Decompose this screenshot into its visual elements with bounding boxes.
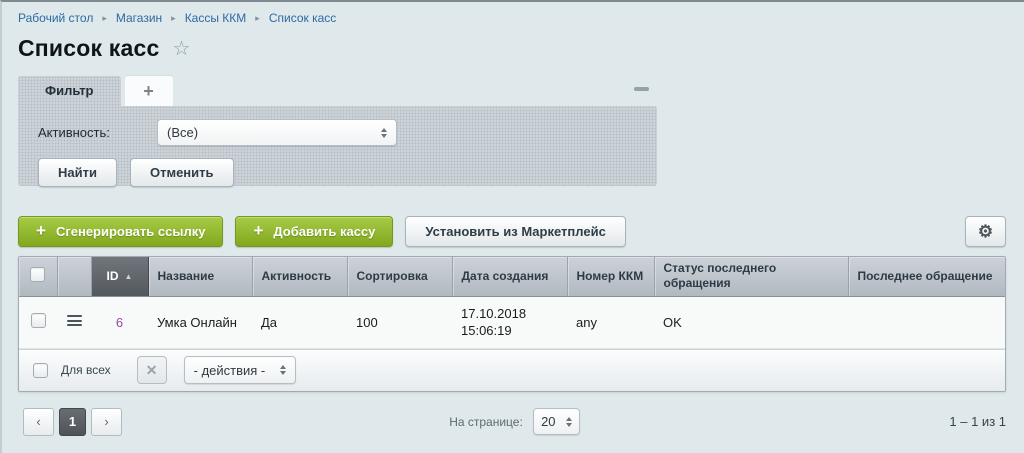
tab-filter[interactable]: Фильтр: [18, 76, 121, 106]
add-cashbox-label: Добавить кассу: [273, 224, 375, 239]
cell-name: Умка Онлайн: [148, 296, 252, 348]
breadcrumb-link-shop[interactable]: Магазин: [116, 11, 162, 25]
page: Рабочий стол ▸ Магазин ▸ Кассы ККМ ▸ Спи…: [2, 2, 1024, 436]
breadcrumb-link-cashbox-list[interactable]: Список касс: [269, 11, 336, 25]
created-date: 17.10.2018: [461, 305, 558, 323]
cashbox-grid: ID▲ Название Активность Сортировка Дата …: [18, 256, 1006, 392]
generate-link-label: Сгенерировать ссылку: [56, 224, 206, 239]
grid-footer: Для всех ✕ - действия -: [19, 349, 1005, 391]
find-button[interactable]: Найти: [38, 158, 117, 187]
row-select-cell: [19, 296, 57, 348]
actions-select[interactable]: - действия -: [184, 356, 296, 384]
favorite-star-icon[interactable]: ☆: [172, 39, 190, 59]
for-all-label: Для всех: [61, 363, 120, 377]
filter-section: Фильтр + Активность: (Все) Найти Отменит…: [18, 76, 657, 186]
column-header-kkm-number[interactable]: Номер ККМ: [567, 257, 654, 296]
for-all-checkbox[interactable]: [33, 363, 48, 378]
per-page-select[interactable]: 20: [533, 408, 580, 435]
next-page-button[interactable]: ›: [91, 408, 122, 436]
menu-header-cell: [57, 257, 91, 296]
close-icon: ✕: [146, 362, 158, 379]
activity-select[interactable]: (Все): [157, 119, 397, 146]
filter-tabs: Фильтр +: [18, 76, 657, 106]
breadcrumb-link-desktop[interactable]: Рабочий стол: [18, 11, 93, 25]
cell-kkm-number: any: [567, 296, 654, 348]
column-header-name[interactable]: Название: [148, 257, 252, 296]
activity-label: Активность:: [38, 125, 157, 140]
row-menu-icon[interactable]: [67, 313, 82, 329]
per-page-value: 20: [541, 414, 555, 429]
generate-link-button[interactable]: + Сгенерировать ссылку: [18, 216, 223, 247]
breadcrumb-separator-icon: ▸: [171, 13, 176, 23]
gear-icon: ⚙: [978, 223, 993, 240]
select-arrows-icon: [566, 417, 572, 427]
title-row: Список касс ☆: [18, 35, 1006, 62]
current-page-button[interactable]: 1: [59, 408, 86, 436]
grid-settings-button[interactable]: ⚙: [965, 216, 1006, 247]
chevron-right-icon: ›: [104, 414, 108, 429]
pagination-range: 1 – 1 из 1: [580, 414, 1006, 429]
prev-page-button[interactable]: ‹: [23, 408, 54, 436]
select-arrows-icon: [280, 365, 286, 375]
per-page-label: На странице:: [449, 415, 523, 429]
pagination: ‹ 1 › На странице: 20 1 – 1 из 1: [18, 408, 1006, 436]
install-marketplace-button[interactable]: Установить из Маркетплейс: [405, 216, 625, 247]
page-title: Список касс: [18, 35, 159, 62]
created-time: 15:06:19: [461, 322, 558, 340]
cell-last-request: [848, 296, 1006, 348]
sort-asc-icon: ▲: [125, 272, 133, 281]
row-id-link[interactable]: 6: [116, 315, 123, 330]
table-row: 6 Умка Онлайн Да 100 17.10.2018 15:06:19…: [19, 296, 1006, 348]
cell-activity: Да: [252, 296, 347, 348]
breadcrumb-separator-icon: ▸: [255, 13, 260, 23]
breadcrumb-separator-icon: ▸: [102, 13, 107, 23]
cancel-button[interactable]: Отменить: [130, 158, 234, 187]
filter-panel: Активность: (Все) Найти Отменить: [18, 106, 657, 186]
cell-last-status: OK: [654, 296, 848, 348]
select-all-header-cell: [19, 257, 57, 296]
clear-selection-button[interactable]: ✕: [137, 356, 167, 384]
breadcrumb-link-kkm[interactable]: Кассы ККМ: [185, 11, 247, 25]
row-menu-cell: [57, 296, 91, 348]
plus-icon: +: [36, 222, 46, 241]
pagination-pages: ‹ 1 ›: [23, 408, 449, 436]
activity-select-value: (Все): [167, 125, 198, 140]
cashbox-table: ID▲ Название Активность Сортировка Дата …: [19, 257, 1006, 349]
breadcrumb: Рабочий стол ▸ Магазин ▸ Кассы ККМ ▸ Спи…: [18, 10, 1006, 26]
add-cashbox-button[interactable]: + Добавить кассу: [235, 216, 393, 247]
cell-sort: 100: [347, 296, 452, 348]
select-arrows-icon: [381, 128, 387, 138]
column-header-last-status[interactable]: Статус последнего обращения: [654, 257, 848, 296]
actions-select-value: - действия -: [194, 363, 266, 378]
context-bar: + Сгенерировать ссылку + Добавить кассу …: [18, 216, 1006, 247]
grid-header-row: ID▲ Название Активность Сортировка Дата …: [19, 257, 1006, 296]
cell-id: 6: [91, 296, 148, 348]
column-header-activity[interactable]: Активность: [252, 257, 347, 296]
plus-icon: +: [253, 222, 263, 241]
add-filter-tab[interactable]: +: [125, 76, 173, 106]
per-page-control: На странице: 20: [449, 408, 580, 435]
column-header-last-request[interactable]: Последнее обращение: [848, 257, 1006, 296]
column-header-created[interactable]: Дата создания: [452, 257, 567, 296]
column-header-sort[interactable]: Сортировка: [347, 257, 452, 296]
select-all-checkbox[interactable]: [30, 267, 45, 282]
plus-icon: +: [143, 81, 154, 102]
cell-created: 17.10.2018 15:06:19: [452, 296, 567, 348]
row-checkbox[interactable]: [31, 313, 46, 328]
chevron-left-icon: ‹: [36, 414, 40, 429]
column-header-id[interactable]: ID▲: [91, 257, 148, 296]
collapse-filter-icon[interactable]: [634, 87, 649, 91]
